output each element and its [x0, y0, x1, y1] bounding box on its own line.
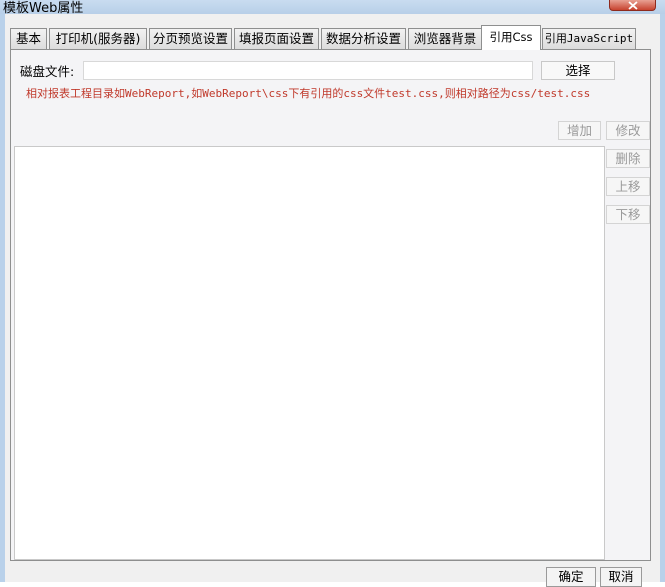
close-button[interactable]	[609, 0, 656, 11]
disk-file-label: 磁盘文件:	[20, 64, 75, 79]
css-file-list[interactable]	[14, 146, 605, 560]
path-hint: 相对报表工程目录如WebReport,如WebReport\css下有引用的cs…	[26, 87, 591, 100]
tab-printer-server[interactable]: 打印机(服务器)	[49, 28, 147, 49]
tab-basic[interactable]: 基本	[10, 28, 47, 49]
select-button[interactable]: 选择	[541, 61, 615, 80]
move-up-button[interactable]: 上移	[606, 177, 650, 196]
tab-pagination-preview[interactable]: 分页预览设置	[149, 28, 232, 49]
tab-data-analysis[interactable]: 数据分析设置	[321, 28, 406, 49]
close-icon	[628, 1, 638, 10]
tab-reference-javascript[interactable]: 引用JavaScript	[542, 28, 636, 49]
disk-file-input[interactable]	[83, 61, 533, 80]
cancel-button[interactable]: 取消	[600, 567, 642, 587]
add-button[interactable]: 增加	[558, 121, 601, 140]
title-bar: 模板Web属性	[0, 0, 665, 16]
move-down-button[interactable]: 下移	[606, 205, 650, 224]
ok-button[interactable]: 确定	[546, 567, 596, 587]
tab-reference-css[interactable]: 引用Css	[481, 25, 541, 50]
tab-fill-page[interactable]: 填报页面设置	[234, 28, 319, 49]
tab-browser-background[interactable]: 浏览器背景	[408, 28, 482, 49]
modify-button[interactable]: 修改	[606, 121, 650, 140]
delete-button[interactable]: 删除	[606, 149, 650, 168]
